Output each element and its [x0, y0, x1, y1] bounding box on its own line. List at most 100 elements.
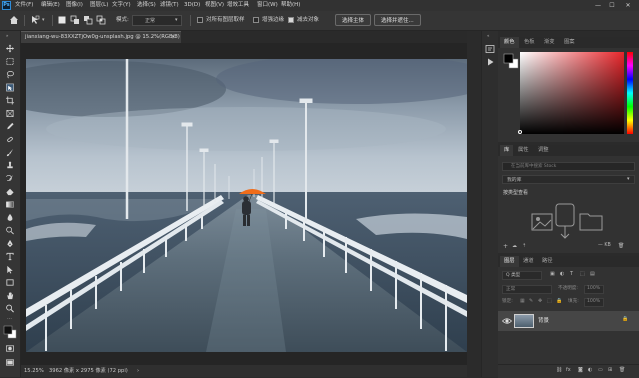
color-swatches-icon[interactable] [3, 325, 17, 339]
menu-select[interactable]: 选择(S) [137, 1, 156, 10]
menu-window[interactable]: 窗口(W) [257, 1, 278, 10]
eyedropper-tool-icon[interactable] [5, 122, 15, 131]
tab-paths[interactable]: 路径 [538, 256, 557, 267]
visibility-eye-icon[interactable] [502, 316, 512, 326]
eraser-tool-icon[interactable] [5, 187, 15, 196]
sample-all-layers-checkbox[interactable] [197, 17, 203, 23]
layer-row-background[interactable]: 背景 🔒 [498, 311, 639, 331]
tab-channels[interactable]: 通道 [519, 256, 538, 267]
library-select[interactable]: 我的库 ▾ [502, 175, 635, 184]
document-tab[interactable]: jianxiang-wu-83XXZTjOw0g-unsplash.jpg @ … [21, 31, 181, 43]
frame-tool-icon[interactable] [5, 109, 15, 118]
path-selection-tool-icon[interactable] [5, 265, 15, 274]
crop-tool-icon[interactable] [5, 96, 15, 105]
minimize-button[interactable]: — [593, 1, 603, 10]
history-panel-icon[interactable] [485, 44, 495, 54]
filter-pixel-icon[interactable]: ▣ [550, 271, 555, 277]
maximize-button[interactable]: ☐ [607, 1, 617, 10]
close-window-button[interactable]: ✕ [623, 1, 633, 10]
lock-position-icon[interactable]: ✥ [538, 298, 542, 304]
upload-icon[interactable]: ⇡ [522, 243, 526, 249]
menu-type[interactable]: 文字(Y) [112, 1, 131, 10]
lock-image-icon[interactable]: ✎ [529, 298, 533, 304]
tab-swatches[interactable]: 色板 [520, 37, 539, 48]
add-mask-icon[interactable]: ◙ [578, 367, 583, 373]
hue-slider[interactable] [627, 52, 633, 134]
mode-select[interactable]: 正常 ▾ [132, 15, 182, 26]
collapse-icon[interactable]: » [6, 33, 8, 38]
tab-properties[interactable]: 属性 [514, 145, 533, 156]
tab-gradients[interactable]: 渐变 [540, 37, 559, 48]
lock-artboard-icon[interactable]: ⬚ [547, 298, 552, 304]
trash-icon[interactable]: 🗑 [618, 243, 624, 249]
home-icon[interactable] [9, 15, 19, 25]
library-search-input[interactable]: 在当前库中搜索 Stock [502, 162, 635, 171]
marquee-tool-icon[interactable] [5, 57, 15, 66]
tab-color[interactable]: 颜色 [500, 37, 519, 48]
menu-filter[interactable]: 滤镜(T) [160, 1, 179, 10]
move-tool-icon[interactable] [5, 44, 15, 53]
cc-library-icon[interactable]: ☁ [512, 243, 517, 249]
clone-stamp-tool-icon[interactable] [5, 161, 15, 170]
add-library-icon[interactable]: + [503, 243, 508, 250]
lock-transparency-icon[interactable]: ▦ [520, 298, 525, 304]
opacity-input[interactable]: 100% [584, 285, 604, 294]
status-menu-arrow[interactable]: › [137, 365, 139, 377]
subtract-object-checkbox[interactable] [288, 17, 294, 23]
menu-file[interactable]: 文件(F) [15, 1, 33, 10]
hand-tool-icon[interactable] [5, 291, 15, 300]
view-by-type-label[interactable]: 按类型查看 [503, 189, 528, 196]
gradient-tool-icon[interactable] [5, 200, 15, 209]
color-field[interactable] [518, 52, 624, 134]
history-brush-tool-icon[interactable] [5, 174, 15, 183]
new-group-icon[interactable]: ▭ [598, 367, 603, 373]
menu-layer[interactable]: 图层(L) [90, 1, 108, 10]
object-selection-tool-icon[interactable] [5, 83, 15, 92]
select-subject-button[interactable]: 选择主体 [335, 14, 372, 26]
menu-3d[interactable]: 3D(D) [184, 1, 200, 10]
object-select-tool-icon[interactable] [30, 15, 40, 25]
intersect-selection-icon[interactable] [96, 15, 106, 25]
quick-mask-icon[interactable] [5, 344, 15, 353]
dodge-tool-icon[interactable] [5, 226, 15, 235]
tab-layers[interactable]: 图层 [500, 256, 519, 267]
layer-style-icon[interactable]: fx [566, 367, 571, 373]
color-picker-handle[interactable] [518, 130, 522, 134]
close-tab-icon[interactable]: × [171, 32, 175, 43]
pen-tool-icon[interactable] [5, 239, 15, 248]
fg-bg-color-icon[interactable] [503, 53, 519, 69]
canvas-image[interactable] [26, 59, 467, 352]
subtract-selection-icon[interactable] [83, 15, 93, 25]
zoom-tool-icon[interactable] [5, 304, 15, 313]
new-layer-icon[interactable]: ⊞ [608, 367, 612, 373]
link-layers-icon[interactable]: ⛓ [556, 367, 562, 373]
filter-shape-icon[interactable]: ⬚ [580, 271, 585, 277]
tab-libraries[interactable]: 库 [500, 145, 514, 156]
rectangle-tool-icon[interactable] [5, 278, 15, 287]
type-tool-icon[interactable] [5, 252, 15, 261]
add-selection-icon[interactable] [70, 15, 80, 25]
tab-adjustments[interactable]: 调整 [534, 145, 553, 156]
filter-smart-object-icon[interactable]: ▤ [590, 271, 595, 277]
lasso-tool-icon[interactable] [5, 70, 15, 79]
menu-image[interactable]: 图像(I) [66, 1, 83, 10]
more-tools-icon[interactable]: … [7, 315, 12, 321]
filter-type-icon[interactable]: T [570, 271, 573, 277]
blur-tool-icon[interactable] [5, 213, 15, 222]
new-selection-icon[interactable] [57, 15, 67, 25]
enhance-edge-checkbox[interactable] [253, 17, 259, 23]
healing-brush-tool-icon[interactable] [5, 135, 15, 144]
fill-input[interactable]: 100% [584, 298, 604, 307]
tab-patterns[interactable]: 图案 [560, 37, 579, 48]
collapse-panels-icon[interactable]: « [487, 33, 489, 38]
layer-filter-select[interactable]: Q 类型 [502, 271, 542, 280]
brush-tool-icon[interactable] [5, 148, 15, 157]
delete-layer-icon[interactable]: 🗑 [619, 367, 625, 373]
menu-view[interactable]: 视图(V) [205, 1, 224, 10]
chevron-down-icon[interactable]: ▾ [42, 17, 45, 23]
select-and-mask-button[interactable]: 选择并遮住... [374, 14, 421, 26]
menu-plugins[interactable]: 增效工具 [227, 1, 249, 10]
adjustment-layer-icon[interactable]: ◐ [588, 367, 592, 373]
zoom-level[interactable]: 15.25% [24, 365, 44, 377]
lock-all-icon[interactable]: 🔒 [556, 298, 562, 304]
